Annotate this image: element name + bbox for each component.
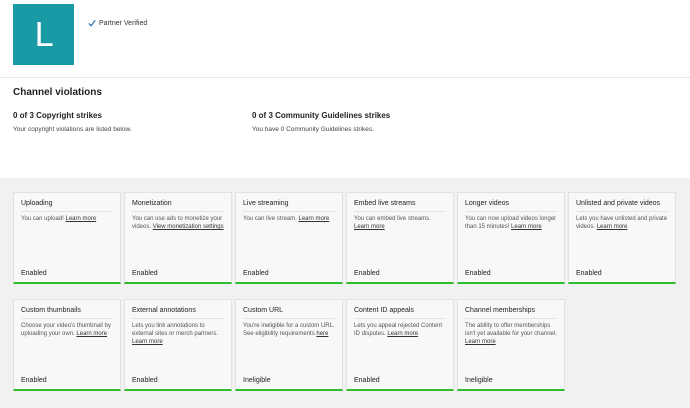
card-divider xyxy=(465,318,557,319)
card-divider xyxy=(576,211,668,212)
divider xyxy=(0,77,690,78)
channel-avatar[interactable]: L xyxy=(13,4,74,65)
feature-status: Enabled xyxy=(354,377,380,384)
feature-card: Uploading You can upload! Learn more Enabl… xyxy=(13,192,121,284)
card-divider xyxy=(354,318,446,319)
feature-link[interactable]: Learn more xyxy=(66,216,97,222)
feature-status: Enabled xyxy=(21,377,47,384)
feature-link[interactable]: Learn more xyxy=(465,339,496,345)
feature-status: Enabled xyxy=(243,270,269,277)
feature-link[interactable]: here xyxy=(316,331,328,337)
channel-header-panel: L Partner Verified Channel violations 0 … xyxy=(0,0,690,178)
card-divider xyxy=(132,318,224,319)
feature-description: You can upload! Learn more xyxy=(21,215,114,223)
feature-card: Live streaming You can live stream. Learn… xyxy=(235,192,343,284)
feature-card: Monetization You can use ads to monetize … xyxy=(124,192,232,284)
feature-status: Enabled xyxy=(132,270,158,277)
feature-title: External annotations xyxy=(132,307,196,314)
feature-title: Uploading xyxy=(21,200,53,207)
card-divider xyxy=(354,211,446,212)
feature-card: Unlisted and private videos Lets you have… xyxy=(568,192,676,284)
feature-title: Embed live streams xyxy=(354,200,416,207)
feature-description: You can use ads to monetize your videos.… xyxy=(132,215,225,231)
feature-description: The ability to offer memberships isn't y… xyxy=(465,322,558,347)
feature-title: Unlisted and private videos xyxy=(576,200,661,207)
feature-card: Longer videos You can now upload videos l… xyxy=(457,192,565,284)
feature-description-text: You can embed live streams. xyxy=(354,216,431,222)
feature-status: Enabled xyxy=(132,377,158,384)
feature-description-text: Lets you link annotations to external si… xyxy=(132,323,219,338)
avatar-letter: L xyxy=(34,15,53,54)
feature-description: Lets you appeal rejected Content ID disp… xyxy=(354,322,447,338)
feature-card: Embed live streams You can embed live str… xyxy=(346,192,454,284)
feature-description: You can now upload videos longer than 15… xyxy=(465,215,558,231)
feature-link[interactable]: View monetization settings xyxy=(153,224,224,230)
feature-link[interactable]: Learn more xyxy=(597,224,628,230)
partner-verified-badge: Partner Verified xyxy=(88,19,147,27)
channel-violations-title: Channel violations xyxy=(13,87,102,98)
feature-link[interactable]: Learn more xyxy=(511,224,542,230)
card-divider xyxy=(21,318,113,319)
feature-link[interactable]: Learn more xyxy=(132,339,163,345)
feature-card: Channel memberships The ability to offer … xyxy=(457,299,565,391)
copyright-strikes: 0 of 3 Copyright strikes Your copyright … xyxy=(13,111,132,133)
feature-title: Live streaming xyxy=(243,200,289,207)
card-divider xyxy=(243,211,335,212)
feature-description-text: You can upload! xyxy=(21,216,64,222)
feature-title: Channel memberships xyxy=(465,307,536,314)
feature-link[interactable]: Learn more xyxy=(76,331,107,337)
card-divider xyxy=(132,211,224,212)
feature-description: You can live stream. Learn more xyxy=(243,215,336,223)
feature-card: External annotations Lets you link annota… xyxy=(124,299,232,391)
feature-description: Choose your video's thumbnail by uploadi… xyxy=(21,322,114,338)
feature-status: Enabled xyxy=(576,270,602,277)
feature-description: You're ineligible for a custom URL. See … xyxy=(243,322,336,338)
feature-title: Content ID appeals xyxy=(354,307,414,314)
feature-status: Enabled xyxy=(465,270,491,277)
feature-status: Ineligible xyxy=(465,377,493,384)
checkmark-icon xyxy=(88,19,96,27)
feature-link[interactable]: Learn more xyxy=(387,331,418,337)
feature-description: You can embed live streams. Learn more xyxy=(354,215,447,231)
feature-description: Lets you link annotations to external si… xyxy=(132,322,225,347)
guidelines-strikes-subtitle: You have 0 Community Guidelines strikes. xyxy=(252,126,374,133)
feature-title: Monetization xyxy=(132,200,172,207)
card-divider xyxy=(21,211,113,212)
feature-description-text: The ability to offer memberships isn't y… xyxy=(465,323,557,338)
card-divider xyxy=(465,211,557,212)
feature-status: Enabled xyxy=(21,270,47,277)
copyright-strikes-title: 0 of 3 Copyright strikes xyxy=(13,111,102,120)
feature-title: Custom thumbnails xyxy=(21,307,81,314)
copyright-strikes-subtitle: Your copyright violations are listed bel… xyxy=(13,126,132,133)
feature-card: Content ID appeals Lets you appeal reject… xyxy=(346,299,454,391)
feature-description: Lets you have unlisted and private video… xyxy=(576,215,669,231)
card-divider xyxy=(243,318,335,319)
feature-card: Custom thumbnails Choose your video's thu… xyxy=(13,299,121,391)
feature-title: Custom URL xyxy=(243,307,284,314)
partner-verified-label: Partner Verified xyxy=(99,19,148,27)
feature-link[interactable]: Learn more xyxy=(298,216,329,222)
feature-status: Enabled xyxy=(354,270,380,277)
guidelines-strikes-title: 0 of 3 Community Guidelines strikes xyxy=(252,111,391,120)
feature-description-text: You can live stream. xyxy=(243,216,297,222)
feature-link[interactable]: Learn more xyxy=(354,224,385,230)
feature-card: Custom URL You're ineligible for a custom… xyxy=(235,299,343,391)
guidelines-strikes: 0 of 3 Community Guidelines strikes You … xyxy=(252,111,390,133)
feature-status: Ineligible xyxy=(243,377,271,384)
feature-title: Longer videos xyxy=(465,200,509,207)
